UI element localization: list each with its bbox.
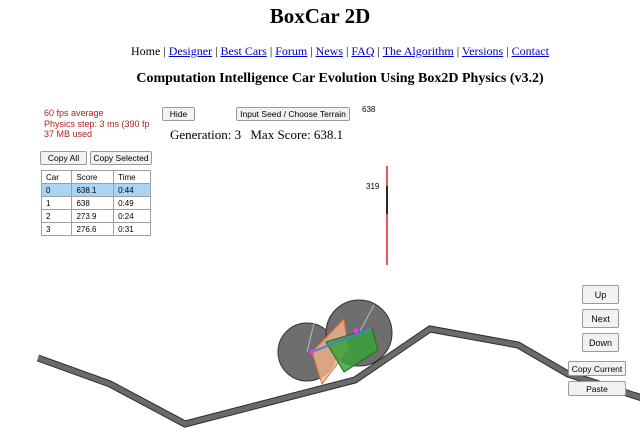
down-button[interactable]: Down [582,333,619,352]
car-joint-front [353,328,359,334]
car-joint-rear [309,349,315,355]
paste-button[interactable]: Paste [568,381,626,396]
copy-current-button[interactable]: Copy Current [568,361,626,376]
car [277,299,393,386]
up-button[interactable]: Up [582,285,619,304]
next-button[interactable]: Next [582,309,619,328]
simulation-canvas [36,166,640,428]
